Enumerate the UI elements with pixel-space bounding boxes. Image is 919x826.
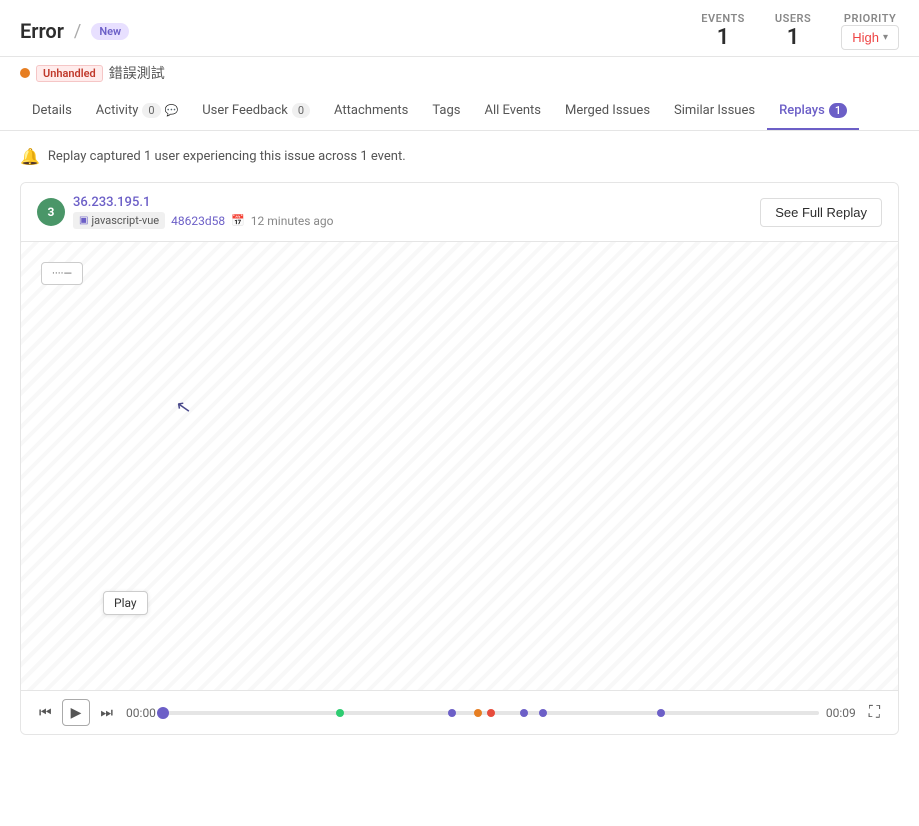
skip-forward-icon: ⏭ [100, 704, 113, 721]
priority-stat: PRIORITY High ▾ [841, 12, 899, 50]
skip-back-button[interactable]: ⏮ [33, 700, 58, 725]
replay-notice-text: Replay captured 1 user experiencing this… [48, 149, 406, 164]
page-title: Error [20, 19, 64, 43]
current-time: 00:00 [123, 706, 159, 720]
tab-user-feedback-count: 0 [292, 103, 310, 118]
tab-tags[interactable]: Tags [420, 93, 472, 130]
tab-all-events-label: All Events [485, 103, 542, 118]
replay-notice: 🔔 Replay captured 1 user experiencing th… [20, 147, 899, 166]
timeline-track[interactable] [163, 711, 819, 715]
platform-badge: ▣ javascript-vue [73, 212, 165, 229]
tab-user-feedback[interactable]: User Feedback 0 [190, 93, 322, 130]
status-badge: New [91, 23, 129, 40]
play-button[interactable]: ▶ [62, 699, 91, 726]
timeline-dot-4 [487, 709, 495, 717]
replay-card: 3 36.233.195.1 ▣ javascript-vue 48623d58… [20, 182, 899, 735]
timeline-thumb[interactable] [157, 707, 169, 719]
priority-label: PRIORITY [844, 12, 896, 25]
stats-row: EVENTS 1 USERS 1 PRIORITY High ▾ [701, 12, 899, 50]
priority-button[interactable]: High ▾ [841, 25, 899, 50]
fullscreen-icon: ⛶ [869, 704, 880, 721]
tab-similar-issues[interactable]: Similar Issues [662, 93, 767, 130]
tab-details-label: Details [32, 103, 72, 118]
subtitle-row: Unhandled 錯誤測試 [0, 57, 919, 93]
tab-similar-issues-label: Similar Issues [674, 103, 755, 118]
skip-back-icon: ⏮ [39, 704, 52, 721]
priority-value: High [852, 30, 879, 45]
person-icon: 🔔 [20, 147, 40, 166]
tab-replays-label: Replays [779, 103, 825, 118]
users-stat: USERS 1 [775, 12, 811, 50]
browser-bar: ····— [41, 262, 83, 285]
events-value: 1 [717, 25, 730, 50]
avatar-text: 3 [48, 205, 55, 219]
timeline-dot-5 [520, 709, 528, 717]
header-bar: Error / New EVENTS 1 USERS 1 PRIORITY Hi… [0, 0, 919, 57]
timeline-dot-6 [539, 709, 547, 717]
issue-title: 錯誤測試 [109, 63, 165, 83]
timeline-wrapper[interactable] [163, 703, 819, 723]
users-label: USERS [775, 12, 811, 25]
users-value: 1 [787, 25, 800, 50]
tab-details[interactable]: Details [20, 93, 84, 130]
replay-controls: ⏮ ▶ ⏭ 00:00 [21, 691, 898, 734]
tab-activity-count: 0 [142, 103, 160, 118]
replay-time: 12 minutes ago [251, 214, 334, 228]
calendar-icon: 📅 [231, 214, 245, 227]
play-tooltip: Play [103, 591, 148, 615]
tab-tags-label: Tags [432, 103, 460, 118]
tab-user-feedback-label: User Feedback [202, 103, 288, 118]
content-area: 🔔 Replay captured 1 user experiencing th… [0, 131, 919, 751]
cursor-icon: ↖ [174, 396, 193, 419]
avatar: 3 [37, 198, 65, 226]
timeline-dot-1 [336, 709, 344, 717]
tab-activity-label: Activity [96, 103, 139, 118]
fullscreen-button[interactable]: ⛶ [863, 700, 886, 726]
status-dot [20, 68, 30, 78]
platform-name: javascript-vue [91, 214, 159, 227]
browser-bar-text: ····— [52, 267, 72, 280]
title-row: Error / New [20, 19, 129, 43]
tab-activity[interactable]: Activity 0 💬 [84, 93, 190, 130]
commit-link[interactable]: 48623d58 [171, 214, 225, 228]
play-icon: ▶ [71, 704, 82, 721]
events-label: EVENTS [701, 12, 745, 25]
tab-replays[interactable]: Replays 1 [767, 93, 859, 130]
end-time: 00:09 [823, 706, 859, 720]
tab-all-events[interactable]: All Events [473, 93, 554, 130]
replay-user-info: 3 36.233.195.1 ▣ javascript-vue 48623d58… [37, 195, 334, 229]
replay-meta: ▣ javascript-vue 48623d58 📅 12 minutes a… [73, 212, 334, 229]
tab-attachments-label: Attachments [334, 103, 408, 118]
skip-forward-button[interactable]: ⏭ [94, 700, 119, 725]
title-slash: / [74, 21, 81, 42]
vue-icon: ▣ [79, 215, 88, 226]
user-ip-link[interactable]: 36.233.195.1 [73, 195, 334, 210]
tab-attachments[interactable]: Attachments [322, 93, 420, 130]
replay-viewport: ····— ↖ Play [21, 241, 898, 691]
tab-merged-issues-label: Merged Issues [565, 103, 650, 118]
timeline-dot-2 [448, 709, 456, 717]
unhandled-badge: Unhandled [36, 65, 103, 82]
chat-icon: 💬 [165, 104, 179, 117]
timeline-dot-3 [474, 709, 482, 717]
events-stat: EVENTS 1 [701, 12, 745, 50]
chevron-down-icon: ▾ [883, 32, 888, 43]
tab-replays-count: 1 [829, 103, 847, 118]
timeline-dot-7 [657, 709, 665, 717]
replay-card-header: 3 36.233.195.1 ▣ javascript-vue 48623d58… [21, 183, 898, 241]
see-full-replay-button[interactable]: See Full Replay [760, 198, 882, 227]
tabs-row: Details Activity 0 💬 User Feedback 0 Att… [0, 93, 919, 131]
tab-merged-issues[interactable]: Merged Issues [553, 93, 662, 130]
